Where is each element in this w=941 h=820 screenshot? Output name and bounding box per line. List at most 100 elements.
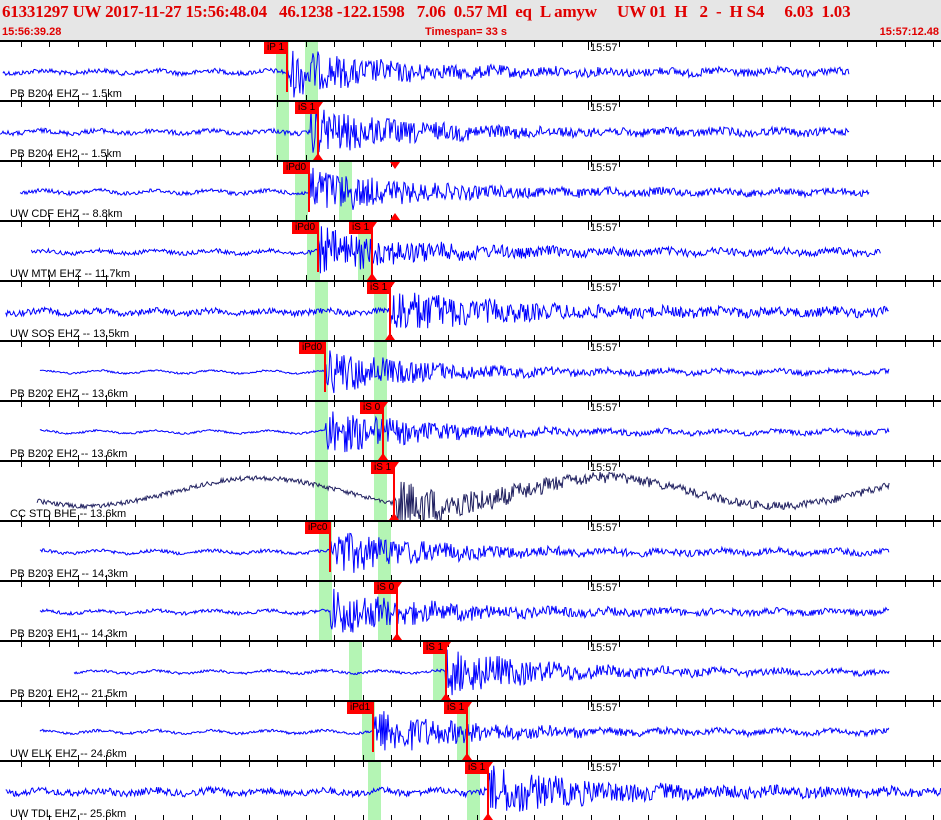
minute-label: 15:57 [590, 42, 618, 54]
minute-marker [588, 642, 589, 650]
pick-line[interactable] [393, 462, 395, 520]
minute-marker [588, 342, 589, 350]
waveform-trace [36, 471, 890, 520]
pick-line[interactable] [389, 282, 391, 340]
pick-marker-up-icon [483, 813, 493, 820]
waveform-line [39, 532, 890, 573]
seismogram-row[interactable]: 15:57 UW ELK EHZ -- 24.6km iPd1 iS 1 [0, 700, 941, 760]
waveform-trace [39, 350, 890, 394]
station-label: PB B204 EH2 -- 1.5km [10, 148, 122, 160]
seismogram-row[interactable]: 15:57 PB B204 EH2 -- 1.5km iS 1 [0, 100, 941, 160]
pick-line[interactable] [317, 222, 319, 272]
end-time: 15:57:12.48 [879, 26, 939, 38]
minute-label: 15:57 [590, 762, 618, 774]
pick-marker-up-icon [367, 273, 377, 280]
station-label: UW SOS EHZ -- 13.5km [10, 328, 130, 340]
seismogram-row[interactable]: 15:57 UW MTM EHZ -- 11.7km iPd0 iS 1 [0, 220, 941, 280]
pick-marker-down-icon [389, 462, 399, 469]
pick-marker-down-icon [462, 702, 472, 709]
pick-line[interactable] [487, 762, 489, 820]
pick-line[interactable] [324, 342, 326, 392]
minute-marker [588, 162, 589, 170]
pick-line[interactable] [317, 102, 319, 160]
seismogram-row[interactable]: 15:57 PB B202 EHZ -- 13.6km iPd0 [0, 340, 941, 400]
station-label: PB B202 EHZ -- 13.6km [10, 388, 128, 400]
station-label: PB B202 EH2 -- 13.6km [10, 448, 128, 460]
waveform-trace [2, 50, 850, 98]
pick-p-label[interactable]: iPd1 [347, 702, 374, 714]
seismogram-row[interactable]: 15:57 PB B201 EH2 -- 21.5km iS 1 [0, 640, 941, 700]
waveform-line [19, 167, 870, 210]
minute-label: 15:57 [590, 162, 618, 174]
waveform-line [39, 411, 890, 453]
pick-marker-up-icon [378, 453, 388, 460]
waveform-trace [39, 711, 890, 751]
pick-marker-up-icon [392, 633, 402, 640]
waveform-trace [0, 107, 850, 153]
minute-marker [588, 102, 589, 110]
seismogram-row[interactable]: 15:57 CC STD BHE -- 13.6km iS 1 [0, 460, 941, 520]
timespan: Timespan= 33 s [425, 26, 508, 38]
waveform-line [0, 107, 850, 153]
pick-line[interactable] [396, 582, 398, 640]
seismogram-row[interactable]: 15:57 PB B203 EHZ -- 14.3km iPc0 [0, 520, 941, 580]
minute-marker [588, 762, 589, 770]
pick-line[interactable] [466, 702, 468, 760]
minute-label: 15:57 [590, 702, 618, 714]
station-label: UW MTM EHZ -- 11.7km [10, 268, 131, 280]
minute-marker [588, 582, 589, 590]
pick-marker-down-icon [367, 222, 377, 229]
minute-label: 15:57 [590, 582, 618, 594]
pick-marker-down-icon [392, 582, 402, 589]
pick-marker-up-icon [462, 753, 472, 760]
minute-marker [588, 282, 589, 290]
pick-marker-down-icon [483, 762, 493, 769]
pick-line[interactable] [372, 702, 374, 752]
minute-marker [588, 522, 589, 530]
pick-p-label[interactable]: iPd0 [299, 342, 326, 354]
station-label: UW TDL EHZ -- 25.6km [10, 808, 127, 820]
waveform-line [73, 649, 890, 696]
pick-p-label[interactable]: iP 1 [264, 42, 288, 54]
seismogram-row[interactable]: 15:57 PB B203 EH1 -- 14.3km iS 0 [0, 580, 941, 640]
event-summary: 61331297 UW 2017-11-27 15:56:48.04 46.12… [2, 2, 851, 21]
pick-line[interactable] [371, 222, 373, 280]
pick-line[interactable] [308, 162, 310, 212]
seismogram-row[interactable]: 15:57 PB B204 EHZ -- 1.5km iP 1 [0, 40, 941, 100]
minute-marker [588, 402, 589, 410]
station-label: UW CDF EHZ -- 8.8km [10, 208, 123, 220]
pick-line[interactable] [286, 42, 288, 92]
seismogram-row[interactable]: 15:57 UW TDL EHZ -- 25.6km iS 1 [0, 760, 941, 820]
minute-label: 15:57 [590, 642, 618, 654]
station-label: CC STD BHE -- 13.6km [10, 508, 127, 520]
minute-label: 15:57 [590, 102, 618, 114]
station-label: PB B204 EHZ -- 1.5km [10, 88, 122, 100]
pick-p-label[interactable]: iPd0 [283, 162, 310, 174]
station-label: PB B201 EH2 -- 21.5km [10, 688, 128, 700]
minute-label: 15:57 [590, 402, 618, 414]
seismogram-row[interactable]: 15:57 PB B202 EH2 -- 13.6km iS 0 [0, 400, 941, 460]
pick-p-label[interactable]: iPd0 [292, 222, 319, 234]
pick-line[interactable] [382, 402, 384, 460]
pick-marker-down-icon [385, 282, 395, 289]
waveform-line [5, 292, 889, 329]
pick-p-label[interactable]: iPc0 [305, 522, 331, 534]
seismogram-row[interactable]: 15:57 UW SOS EHZ -- 13.5km iS 1 [0, 280, 941, 340]
waveform-line [39, 588, 890, 633]
seismogram-row[interactable]: 15:57 UW CDF EHZ -- 8.8km iPd0 [0, 160, 941, 220]
start-time: 15:56:39.28 [2, 26, 62, 38]
pick-marker-up-icon [313, 153, 323, 160]
pick-line[interactable] [445, 642, 447, 700]
pick-line[interactable] [329, 522, 331, 572]
waveform-trace [19, 167, 870, 210]
pick-marker-down-icon [313, 102, 323, 109]
waveform-trace [30, 226, 881, 274]
waveform-trace [5, 292, 889, 329]
seismogram-panel[interactable]: 15:57 PB B204 EHZ -- 1.5km iP 1 15:57 PB B20… [0, 40, 941, 820]
minute-marker [588, 462, 589, 470]
minute-label: 15:57 [590, 522, 618, 534]
pick-marker-down-icon [378, 402, 388, 409]
pick-marker-up-icon [389, 513, 399, 520]
minute-marker [588, 42, 589, 50]
pick-marker-up-icon [385, 333, 395, 340]
